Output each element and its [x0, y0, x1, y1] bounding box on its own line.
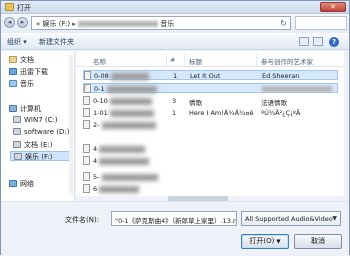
file-row[interactable]: 4 — [83, 156, 338, 166]
list-scrollbar[interactable] — [344, 51, 349, 201]
file-icon — [83, 144, 90, 153]
file-icon — [83, 172, 90, 181]
column-artist[interactable]: 参与创作的艺术家 — [261, 56, 313, 66]
column-name[interactable]: 名称 — [93, 56, 106, 66]
file-icon — [84, 84, 91, 93]
file-list: 名称 # 标题 参与创作的艺术家 0-08 1 Let It Out Ed Sh… — [76, 51, 349, 201]
filename-field[interactable]: "0-1《萨克斯曲4》（新郎草上家里）.13.n — [111, 211, 237, 226]
open-button[interactable]: 打开(O) ▼ — [241, 234, 289, 249]
breadcrumb-drive[interactable]: 娱乐 (F:) — [43, 20, 71, 28]
filetype-select[interactable]: All Supported Audio&Video ▼ — [241, 211, 341, 226]
back-button[interactable]: ◂ — [4, 17, 15, 28]
new-folder-button[interactable]: 新建文件夹 — [39, 37, 74, 47]
file-row[interactable]: 1-01 1 Here I Am!Ä¾Ä¾¤ë ºÚ¼Ä²¿Ç¡ºÃ — [83, 108, 338, 118]
nav-item-drive-f[interactable]: 娱乐 (F:) — [10, 151, 72, 161]
cancel-button[interactable]: 取消 — [294, 234, 342, 249]
nav-item-music[interactable]: 音乐 — [9, 79, 34, 89]
file-icon — [83, 184, 90, 193]
file-row[interactable]: 6 — [83, 184, 338, 194]
breadcrumb-sep: « — [36, 20, 41, 28]
address-bar[interactable]: « 娱乐 (F:) ▸ 音乐 ↻ — [31, 16, 291, 30]
document-icon — [9, 56, 17, 63]
music-icon — [9, 80, 17, 87]
chevron-down-icon: ▼ — [332, 215, 337, 222]
blurred-path — [78, 21, 159, 27]
column-title[interactable]: 标题 — [189, 56, 202, 66]
drive-icon — [13, 141, 21, 148]
nav-item-drive-e[interactable]: 文档 (E:) — [13, 140, 52, 150]
column-number[interactable]: # — [170, 56, 175, 64]
view-options-icon[interactable] — [299, 37, 309, 46]
drive-icon — [13, 128, 21, 135]
download-icon — [9, 68, 17, 75]
nav-item-drive-c[interactable]: WIN7 (C:) — [13, 116, 58, 126]
file-icon — [83, 108, 90, 117]
preview-pane-icon[interactable] — [313, 37, 323, 46]
close-button[interactable]: ✕ — [320, 2, 346, 12]
dialog-footer: 文件名(N): "0-1《萨克斯曲4》（新郎草上家里）.13.n All Sup… — [1, 201, 349, 256]
filename-label: 文件名(N): — [65, 216, 100, 224]
search-input[interactable] — [295, 16, 347, 30]
chevron-down-icon: ▼ — [276, 239, 281, 245]
nav-scrollbar[interactable] — [69, 55, 73, 195]
forward-button[interactable]: ▸ — [17, 17, 28, 28]
file-icon — [83, 120, 90, 129]
computer-icon — [9, 105, 17, 112]
nav-item-thunder-downloads[interactable]: 迅雷下载 — [9, 67, 48, 77]
file-row[interactable]: 0-08 1 Let It Out Ed Sheeran — [83, 70, 338, 80]
drive-icon — [14, 153, 22, 160]
window-title: 打开 — [17, 4, 31, 12]
file-row[interactable]: 4 — [83, 144, 338, 154]
title-bar: 打开 ✕ — [1, 1, 349, 14]
drive-icon — [13, 116, 21, 123]
file-icon — [83, 96, 90, 105]
file-row[interactable]: 0-10 3 情歌 法语情歌 — [83, 96, 338, 107]
address-row: ◂ ▸ « 娱乐 (F:) ▸ 音乐 ↻ — [1, 14, 349, 33]
refresh-icon[interactable]: ↻ — [279, 19, 288, 28]
file-icon — [84, 71, 91, 80]
breadcrumb[interactable]: « 娱乐 (F:) ▸ 音乐 — [36, 19, 174, 29]
breadcrumb-folder[interactable]: 音乐 — [160, 20, 174, 28]
nav-item-drive-d[interactable]: software (D:) — [13, 128, 70, 138]
open-file-dialog: 打开 ✕ ◂ ▸ « 娱乐 (F:) ▸ 音乐 ↻ 组织 ▾ 新建文件夹 ? 文… — [0, 0, 350, 256]
organize-button[interactable]: 组织 ▾ — [7, 37, 27, 47]
file-row[interactable]: 5- — [83, 172, 338, 182]
nav-item-documents[interactable]: 文档 — [9, 55, 34, 65]
nav-item-computer[interactable]: 计算机 — [9, 104, 41, 114]
column-header: 名称 # 标题 参与创作的艺术家 — [76, 53, 344, 67]
help-icon[interactable]: ? — [329, 37, 339, 47]
toolbar: 组织 ▾ 新建文件夹 ? — [1, 33, 349, 50]
navigation-pane: 文档 迅雷下载 音乐 计算机 WIN7 (C:) software (D:) 文… — [1, 51, 75, 201]
nav-item-network[interactable]: 网络 — [9, 179, 34, 189]
file-row[interactable]: 2- — [83, 120, 338, 130]
file-icon — [83, 156, 90, 165]
folder-icon — [5, 3, 14, 11]
file-row[interactable]: 0-1 — [83, 83, 338, 93]
network-icon — [9, 180, 17, 187]
